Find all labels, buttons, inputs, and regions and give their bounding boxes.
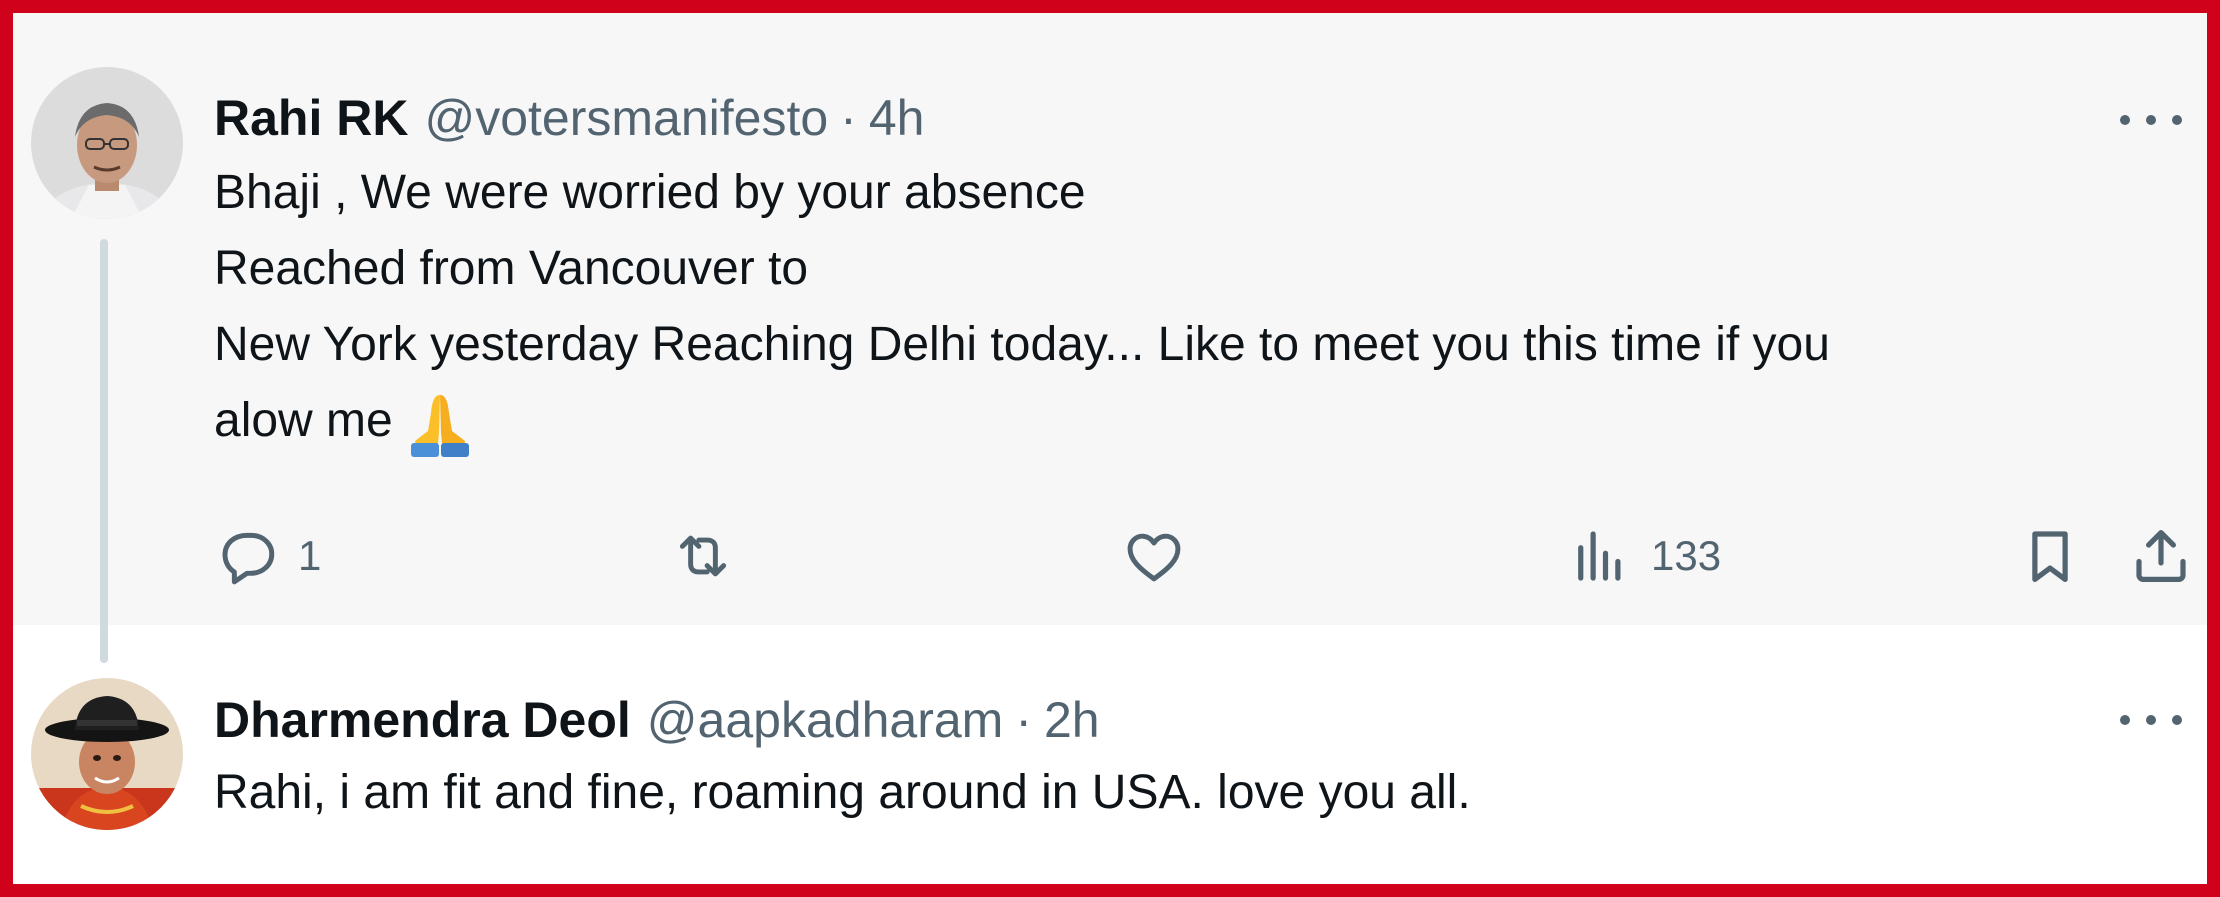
timestamp[interactable]: 4h — [869, 83, 925, 153]
tweet-text-line-with-emoji: alow me — [214, 383, 1830, 459]
tweet-rahi-rk[interactable]: Rahi RK @votersmanifesto · 4h Bhaji , We… — [13, 13, 2207, 625]
tweet-text-line: Reached from Vancouver to — [214, 242, 809, 295]
tweet-text: Bhaji , We were worried by your absence … — [214, 155, 1830, 459]
retweet-icon — [679, 535, 727, 577]
folded-hands-icon — [410, 395, 469, 457]
author-handle[interactable]: @votersmanifesto — [424, 83, 828, 153]
share-button[interactable] — [2128, 521, 2194, 591]
more-options-button[interactable] — [2120, 700, 2182, 740]
more-icon-dot — [2120, 715, 2130, 725]
thread-connector-line — [100, 239, 108, 663]
reply-count: 1 — [298, 532, 322, 579]
author-handle[interactable]: @aapkadharam — [647, 685, 1004, 755]
tweet-header: Rahi RK @votersmanifesto · 4h — [214, 83, 924, 153]
tweet-dharmendra-deol[interactable]: Dharmendra Deol @aapkadharam · 2h Rahi, … — [13, 625, 2207, 884]
like-button[interactable] — [1121, 521, 1205, 591]
share-icon — [2136, 530, 2186, 582]
timestamp[interactable]: 2h — [1044, 685, 1100, 755]
tweet-text-line: alow me — [214, 394, 393, 447]
more-icon-dot — [2146, 715, 2156, 725]
more-icon-dot — [2172, 115, 2182, 125]
heart-icon — [1127, 533, 1181, 582]
author-name[interactable]: Dharmendra Deol — [214, 685, 631, 755]
avatar-dharmendra-deol[interactable] — [31, 678, 183, 830]
tweet-header: Dharmendra Deol @aapkadharam · 2h — [214, 685, 1100, 755]
author-name[interactable]: Rahi RK — [214, 83, 408, 153]
tweet-text-line: Bhaji , We were worried by your absence — [214, 166, 1086, 219]
reply-button[interactable]: 1 — [214, 521, 321, 591]
more-options-button[interactable] — [2120, 100, 2182, 140]
avatar-rahi-rk-image — [31, 67, 183, 219]
bookmark-icon — [2032, 531, 2068, 582]
avatar-rahi-rk[interactable] — [31, 67, 183, 219]
bookmark-button[interactable] — [2017, 521, 2083, 591]
views-button[interactable]: 133 — [1567, 521, 1721, 591]
analytics-icon — [1578, 531, 1621, 581]
retweet-button[interactable] — [670, 521, 754, 591]
separator-dot: · — [1015, 692, 1032, 748]
more-icon-dot — [2172, 715, 2182, 725]
more-icon-dot — [2120, 115, 2130, 125]
more-icon-dot — [2146, 115, 2156, 125]
avatar-dharmendra-deol-image — [31, 678, 183, 830]
tweet-text-line: New York yesterday Reaching Delhi today.… — [214, 318, 1830, 371]
tweet-text: Rahi, i am fit and fine, roaming around … — [214, 755, 1471, 831]
reply-icon — [222, 532, 275, 585]
views-count: 133 — [1651, 532, 1722, 579]
tweet-text-line: Rahi, i am fit and fine, roaming around … — [214, 766, 1471, 819]
separator-dot: · — [840, 90, 857, 146]
screenshot-frame: Rahi RK @votersmanifesto · 4h Bhaji , We… — [0, 0, 2220, 897]
